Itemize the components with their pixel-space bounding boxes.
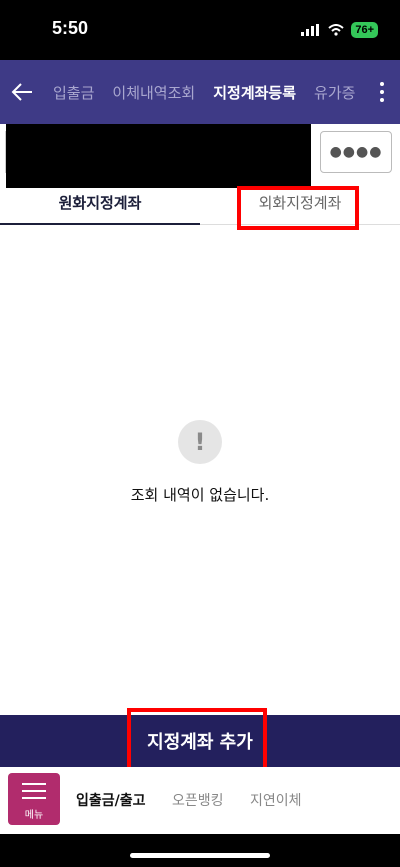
highlight-box-foreign-tab	[237, 186, 359, 230]
home-indicator-area	[0, 834, 400, 867]
tab-transfer-history[interactable]: 이체내역조회	[112, 82, 195, 103]
top-nav: 입출금 이체내역조회 지정계좌등록 유가증	[0, 60, 400, 124]
tab-designated-account[interactable]: 지정계좌등록	[213, 82, 296, 103]
back-arrow-icon[interactable]	[10, 80, 34, 104]
signal-icon	[301, 24, 320, 36]
hamburger-icon	[22, 783, 46, 804]
bottom-nav-delayed-transfer[interactable]: 지연이체	[250, 790, 302, 810]
battery-icon: 76+	[351, 22, 378, 38]
tab-securities[interactable]: 유가증	[314, 82, 355, 103]
wifi-icon	[328, 24, 344, 36]
home-indicator	[130, 853, 270, 858]
status-time: 5:50	[52, 18, 89, 38]
empty-message: 조회 내역이 없습니다.	[130, 486, 270, 504]
redacted-account-info	[6, 124, 311, 188]
status-icons: 76+	[301, 20, 378, 40]
menu-label: 메뉴	[24, 810, 44, 821]
more-menu-icon[interactable]	[364, 60, 400, 124]
tab-won-account[interactable]: 원화지정계좌	[0, 188, 200, 225]
nav-tabs: 입출금 이체내역조회 지정계좌등록 유가증	[53, 60, 373, 124]
bottom-nav-deposit[interactable]: 입출금/출고	[76, 790, 146, 810]
bottom-nav-open-banking[interactable]: 오픈뱅킹	[172, 790, 224, 810]
tab-deposit-withdraw[interactable]: 입출금	[53, 82, 94, 103]
menu-button[interactable]: 메뉴	[8, 773, 60, 825]
alert-icon: !	[178, 420, 222, 464]
status-bar: 5:50 76+	[0, 0, 400, 60]
password-field[interactable]: ●●●●	[320, 131, 392, 173]
